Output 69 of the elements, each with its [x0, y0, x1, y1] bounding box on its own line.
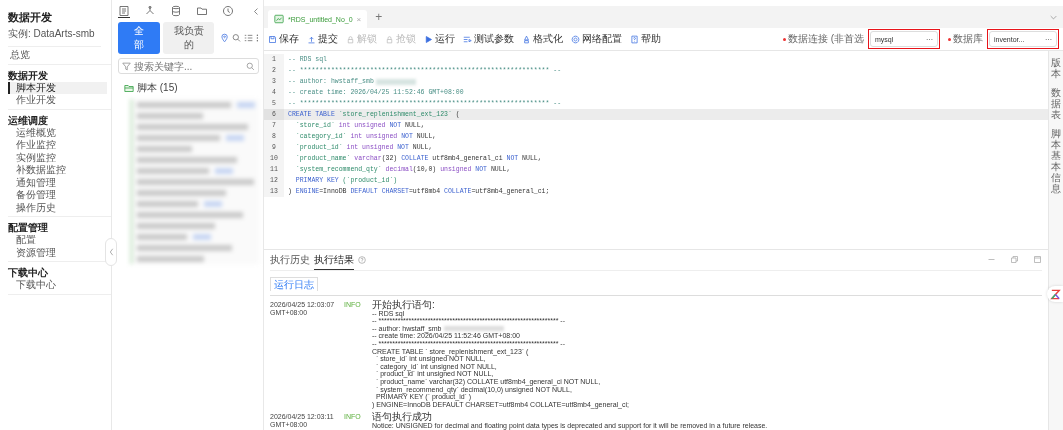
- toolbar-button[interactable]: 运行: [424, 32, 455, 46]
- database-icon[interactable]: [170, 5, 182, 17]
- upload-icon: [307, 34, 316, 44]
- side-tab[interactable]: 版本: [1051, 57, 1061, 79]
- lock-icon: [346, 34, 355, 44]
- instance-label: 实例: DataArts-smb: [8, 27, 96, 41]
- side-tab[interactable]: 脚本基本信息: [1051, 128, 1061, 194]
- lock-icon: [385, 34, 394, 44]
- nav-item[interactable]: 运维概览: [8, 126, 101, 139]
- search-field[interactable]: 搜索关键字...: [118, 58, 259, 74]
- nav-item[interactable]: 补数据监控: [8, 164, 101, 177]
- nav-section-heading: 数据开发: [8, 68, 49, 82]
- nav-section-heading: 下载中心: [8, 266, 49, 279]
- list-icon[interactable]: [244, 33, 254, 43]
- nav-item[interactable]: 作业开发: [8, 94, 101, 107]
- nav-item[interactable]: 资源管理: [8, 246, 101, 259]
- log-tab[interactable]: 运行日志: [270, 276, 318, 291]
- field-label: 数据库: [948, 32, 983, 46]
- location-icon[interactable]: [219, 33, 229, 43]
- nav-item[interactable]: 下载中心: [8, 279, 101, 292]
- nav-item[interactable]: 脚本开发: [8, 81, 107, 94]
- toolbar-button[interactable]: 格式化: [522, 32, 563, 46]
- file-icon: [274, 14, 284, 24]
- maximize-icon[interactable]: [1033, 255, 1042, 265]
- add-tab-button[interactable]: +: [375, 10, 383, 24]
- filter-button[interactable]: 我负责的: [163, 22, 214, 54]
- log-heading: 开始执行语句:: [372, 298, 436, 310]
- side-tab[interactable]: 数据表: [1051, 87, 1061, 120]
- collapse-icon[interactable]: [253, 6, 259, 16]
- result-tab[interactable]: 执行历史: [270, 249, 310, 270]
- field-label: 数据连接 (非首选: [782, 32, 864, 46]
- chevron-down-icon[interactable]: [1050, 14, 1057, 20]
- collapse-handle[interactable]: [105, 238, 117, 266]
- toolbar-button[interactable]: 保存: [268, 32, 299, 46]
- play-icon: [424, 34, 433, 44]
- nav-item[interactable]: 总览: [8, 49, 101, 62]
- list-icon: [463, 34, 472, 44]
- filter-icon: [122, 61, 131, 71]
- folder-icon[interactable]: [196, 5, 208, 17]
- help-icon: [630, 34, 639, 44]
- toolbar-button[interactable]: 网络配置: [571, 32, 622, 46]
- app-title: 数据开发: [8, 10, 53, 25]
- restore-icon[interactable]: [1010, 255, 1019, 265]
- branch-icon[interactable]: [144, 5, 156, 17]
- log-heading: 语句执行成功: [372, 411, 433, 423]
- nav-item[interactable]: 备份管理: [8, 189, 101, 202]
- more-icon[interactable]: [256, 33, 259, 43]
- folder-icon: [124, 83, 134, 93]
- search-icon[interactable]: [232, 33, 242, 43]
- toolbar-button[interactable]: 测试参数: [463, 32, 514, 46]
- history-icon[interactable]: [222, 5, 234, 17]
- nav-item[interactable]: 实例监控: [8, 151, 101, 164]
- save-icon: [268, 34, 277, 44]
- nav-section-heading: 运维调度: [8, 113, 49, 127]
- nav-item[interactable]: 作业监控: [8, 139, 101, 152]
- tree-node[interactable]: 脚本 (15): [118, 78, 259, 95]
- filter-button[interactable]: 全部: [118, 22, 161, 54]
- brush-icon: [522, 34, 531, 44]
- document-icon[interactable]: [118, 4, 130, 18]
- nav-item[interactable]: 通知管理: [8, 176, 101, 189]
- result-tab[interactable]: 执行结果: [314, 249, 354, 270]
- nav-item[interactable]: 配置: [8, 234, 101, 247]
- toolbar-button[interactable]: 帮助: [630, 32, 661, 46]
- nav-section-heading: 配置管理: [8, 221, 49, 234]
- target-icon: [571, 34, 580, 44]
- toolbar-button[interactable]: 提交: [307, 32, 338, 46]
- search-icon: [246, 61, 255, 71]
- help-icon[interactable]: [358, 255, 366, 264]
- nav-item[interactable]: 操作历史: [8, 201, 101, 214]
